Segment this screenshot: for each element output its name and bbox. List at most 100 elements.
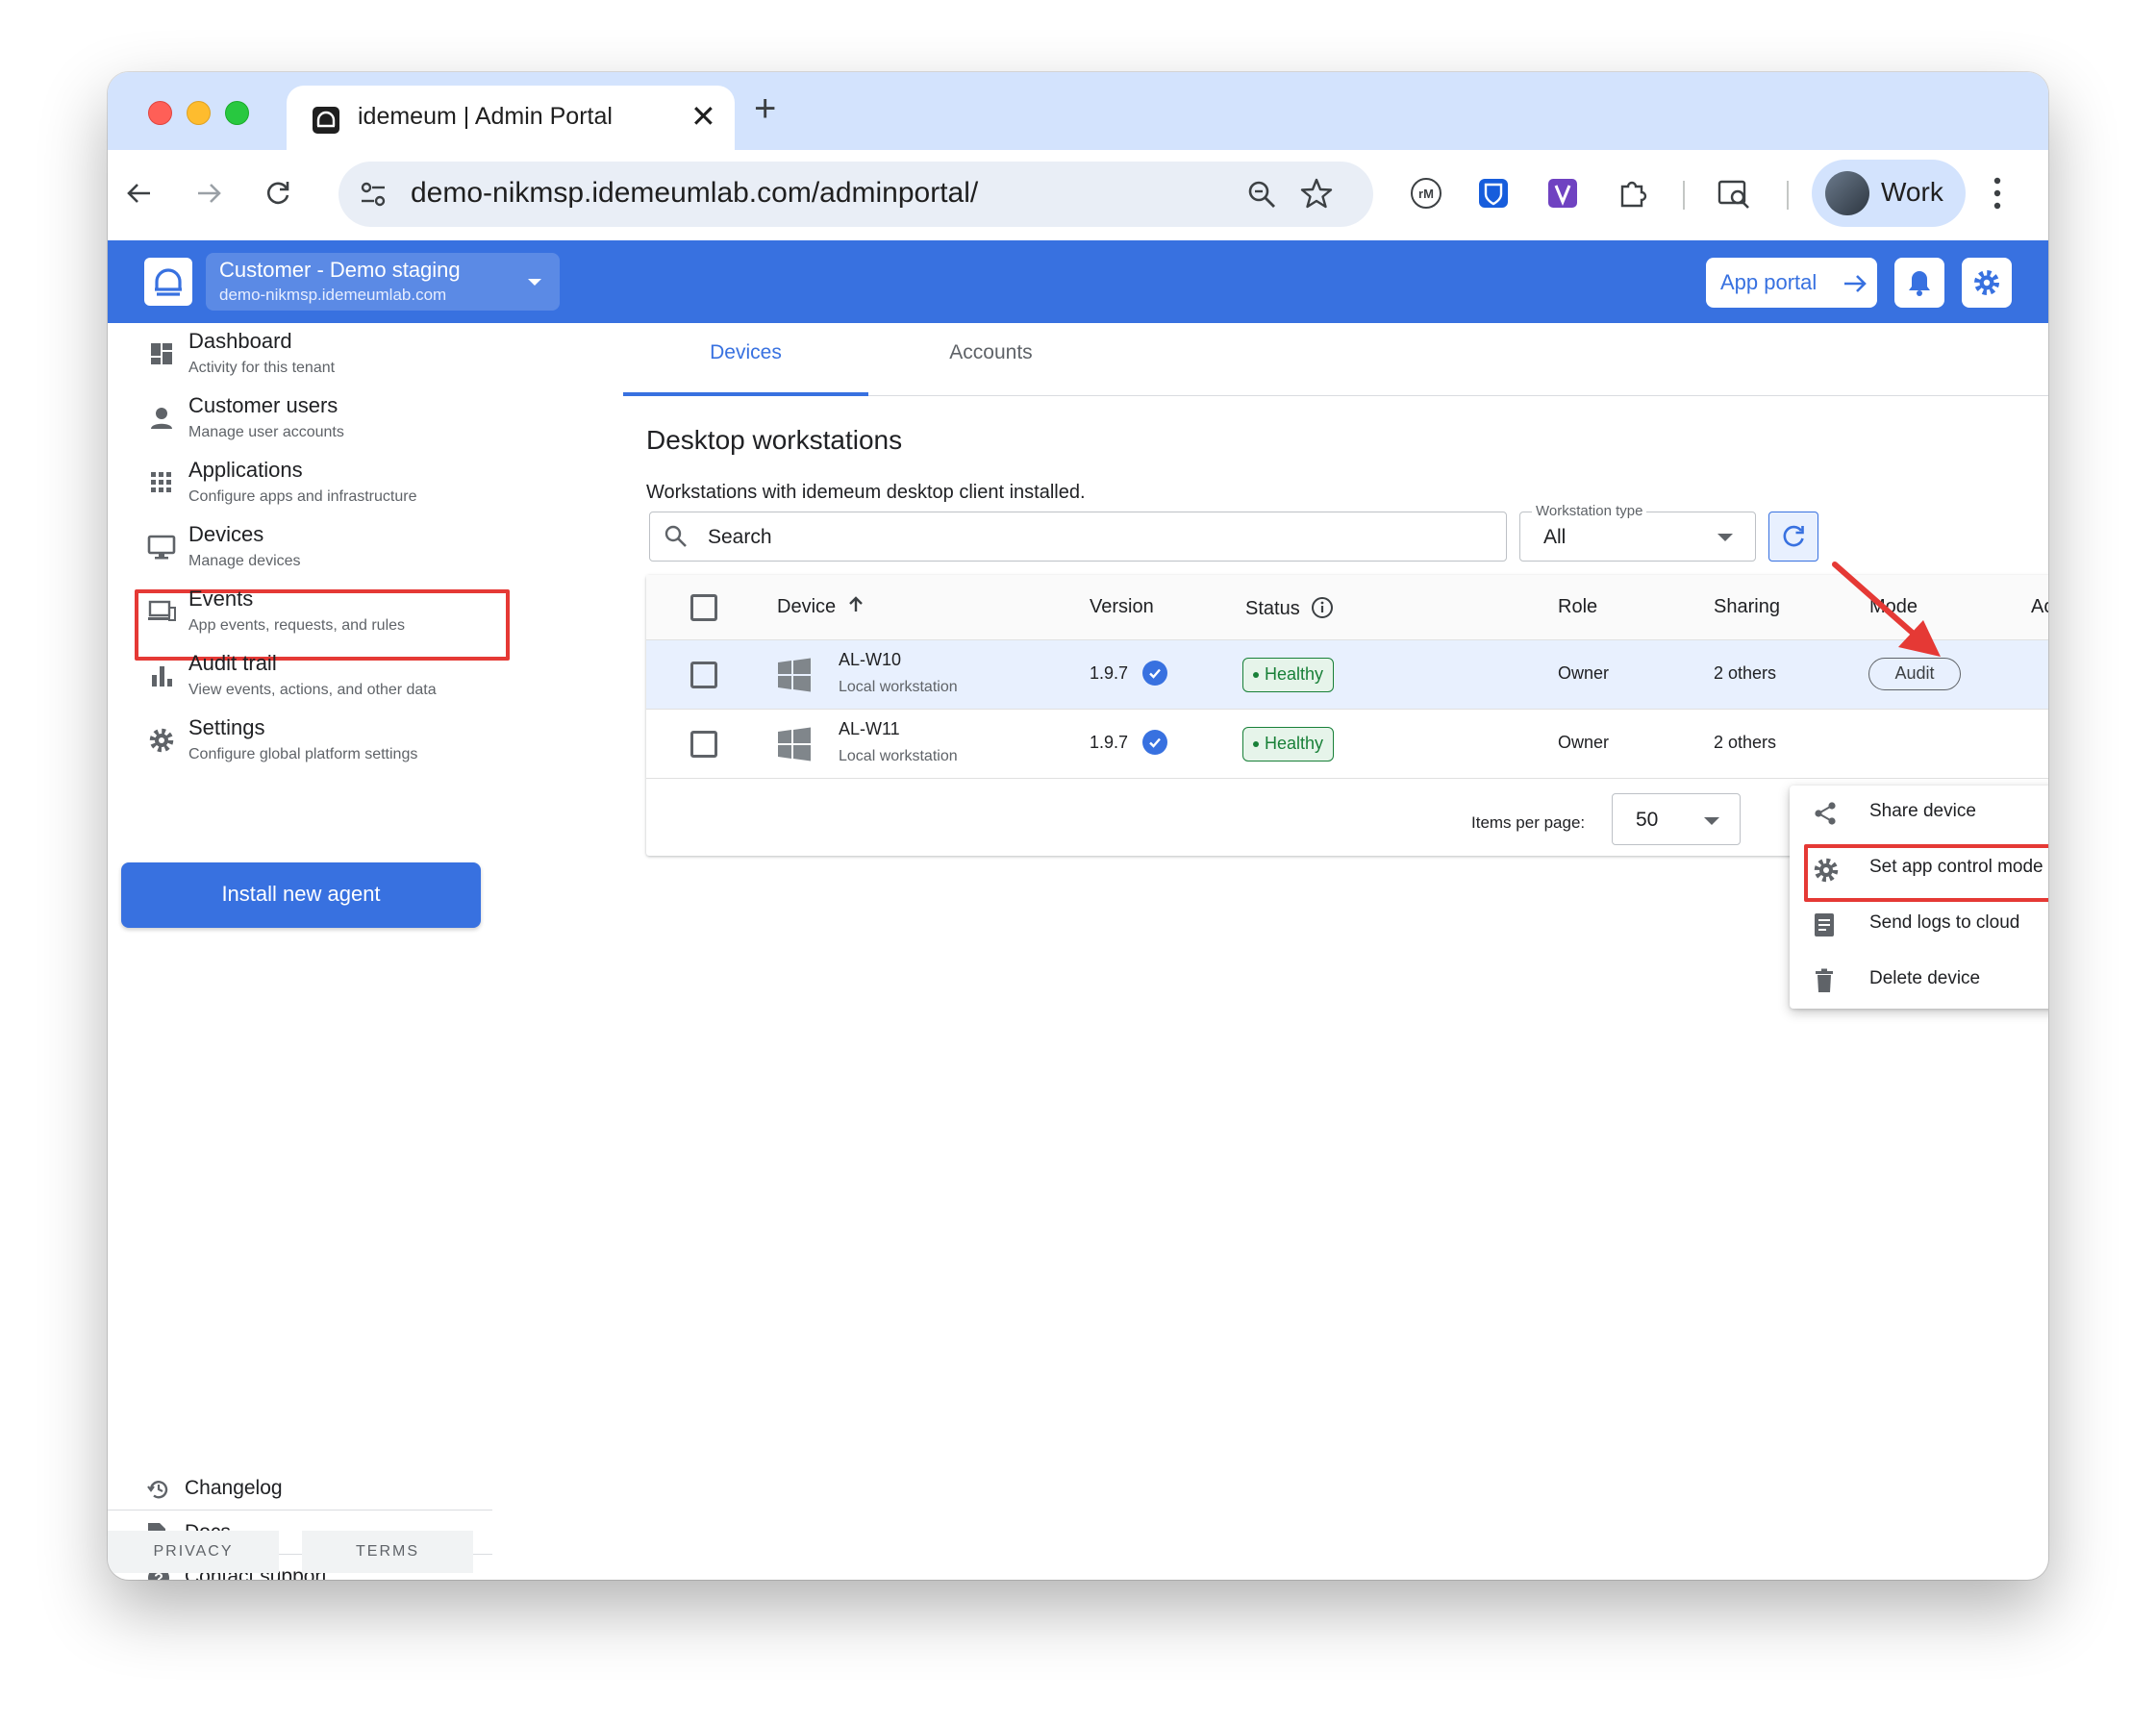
- table-header: Device Version Status Role Sharing Mode …: [646, 575, 2048, 640]
- trash-icon: [1816, 968, 1833, 992]
- install-button-label: Install new agent: [221, 882, 381, 906]
- gear-icon: [146, 725, 177, 756]
- rm-extension-icon[interactable]: rM: [1406, 173, 1446, 213]
- items-per-page-select[interactable]: 50: [1612, 793, 1741, 845]
- sidebar-item-devices[interactable]: Devices Manage devices: [108, 518, 512, 578]
- app-portal-label: App portal: [1720, 270, 1818, 294]
- row-checkbox[interactable]: [690, 662, 717, 688]
- column-header-role[interactable]: Role: [1558, 596, 1597, 618]
- sidebar-item-subtitle: Activity for this tenant: [188, 360, 336, 376]
- sidebar-item-subtitle: Manage devices: [188, 553, 301, 569]
- profile-button[interactable]: Work: [1812, 160, 1966, 227]
- column-header-version[interactable]: Version: [1090, 596, 1154, 618]
- device-name[interactable]: AL-W10: [839, 650, 901, 670]
- device-type: Local workstation: [839, 679, 958, 695]
- app-portal-button[interactable]: App portal: [1706, 258, 1877, 308]
- tab-devices[interactable]: Devices: [623, 323, 868, 396]
- caret-down-icon: [1717, 534, 1733, 541]
- status-badge: Healthy: [1242, 727, 1335, 762]
- person-icon: [146, 403, 177, 434]
- tenant-selector[interactable]: Customer - Demo staging demo-nikmsp.idem…: [206, 253, 560, 311]
- device-name[interactable]: AL-W11: [839, 719, 900, 739]
- maximize-window-button[interactable]: [225, 101, 249, 125]
- back-arrow-icon[interactable]: [119, 173, 160, 213]
- site-info-icon[interactable]: [358, 179, 389, 210]
- tab-accounts[interactable]: Accounts: [868, 323, 1114, 396]
- puzzle-extensions-icon[interactable]: [1613, 173, 1653, 213]
- tenant-domain: demo-nikmsp.idemeumlab.com: [219, 286, 447, 304]
- sidebar-item-title: Devices: [188, 522, 264, 546]
- sidebar-item-customer-users[interactable]: Customer users Manage user accounts: [108, 389, 512, 449]
- menu-item-share-device[interactable]: Share device: [1790, 786, 2048, 841]
- minimize-window-button[interactable]: [187, 101, 211, 125]
- browser-menu-icon[interactable]: [1991, 173, 2004, 213]
- column-header-device[interactable]: Device: [777, 596, 865, 618]
- close-window-button[interactable]: [148, 101, 172, 125]
- sidebar-item-settings[interactable]: Settings Configure global platform setti…: [108, 712, 512, 771]
- search-page-icon[interactable]: [1714, 173, 1754, 213]
- caret-down-icon: [1704, 817, 1719, 825]
- v-extension-icon[interactable]: [1542, 173, 1583, 213]
- menu-item-delete-device[interactable]: Delete device: [1790, 953, 2048, 1009]
- more-actions-button[interactable]: [2046, 656, 2048, 694]
- sidebar-item-subtitle: Manage user accounts: [188, 424, 344, 440]
- profile-label: Work: [1881, 177, 1943, 207]
- menu-item-send-logs-to-cloud[interactable]: Send logs to cloud: [1790, 897, 2048, 953]
- sidebar-item-applications[interactable]: Applications Configure apps and infrastr…: [108, 454, 512, 513]
- search-input[interactable]: Search: [649, 512, 1507, 562]
- search-placeholder: Search: [708, 526, 772, 548]
- device-type: Local workstation: [839, 748, 958, 764]
- privacy-link[interactable]: PRIVACY: [108, 1531, 279, 1573]
- status-dot: [1253, 672, 1259, 679]
- install-new-agent-button[interactable]: Install new agent: [121, 862, 481, 928]
- sidebar-item-audit-trail[interactable]: Audit trail View events, actions, and ot…: [108, 647, 512, 707]
- app-header: Customer - Demo staging demo-nikmsp.idem…: [108, 240, 2048, 323]
- sidebar-item-subtitle: View events, actions, and other data: [188, 682, 437, 698]
- column-header-mode[interactable]: Mode: [1869, 596, 1918, 618]
- windows-logo-icon: [778, 658, 811, 692]
- browser-window: idemeum | Admin Portal ✕ + demo-nikmsp.i…: [108, 72, 2048, 1580]
- items-per-page-label: Items per page:: [1471, 813, 1586, 832]
- device-role: Owner: [1558, 663, 1610, 683]
- notifications-button[interactable]: [1894, 258, 1944, 308]
- bitwarden-icon[interactable]: [1473, 173, 1514, 213]
- zoom-icon[interactable]: [1246, 179, 1277, 210]
- caret-down-icon: [528, 279, 541, 286]
- terms-link[interactable]: TERMS: [302, 1531, 473, 1573]
- workstation-type-select[interactable]: Workstation type All: [1519, 503, 1756, 562]
- sidebar-item-events[interactable]: Events App events, requests, and rules: [108, 583, 512, 642]
- menu-item-label: Share device: [1869, 801, 1976, 821]
- status-badge: Healthy: [1242, 658, 1335, 692]
- device-version: 1.9.7: [1090, 663, 1129, 683]
- column-header-sharing[interactable]: Sharing: [1714, 596, 1780, 618]
- sidebar-item-title: Events: [188, 587, 254, 611]
- bookmark-star-icon[interactable]: [1300, 177, 1333, 210]
- column-header-status[interactable]: Status: [1245, 596, 1334, 620]
- sidebar-item-dashboard[interactable]: Dashboard Activity for this tenant: [108, 325, 512, 385]
- table-row[interactable]: AL-W11 Local workstation 1.9.7 Healthy O…: [646, 710, 2048, 779]
- page-title: Desktop workstations: [646, 425, 903, 455]
- avatar: [1825, 171, 1869, 215]
- bell-icon: [1909, 271, 1930, 296]
- browser-tab-active[interactable]: idemeum | Admin Portal ✕: [287, 86, 735, 150]
- idemeum-logo[interactable]: [144, 258, 192, 306]
- changelog-link[interactable]: Changelog: [108, 1467, 492, 1511]
- sidebar-item-subtitle: Configure apps and infrastructure: [188, 488, 417, 505]
- sidebar-item-title: Applications: [188, 458, 303, 482]
- table-row[interactable]: AL-W10 Local workstation 1.9.7 Healthy O…: [646, 640, 2048, 710]
- tab-close-icon[interactable]: ✕: [690, 98, 716, 135]
- reload-icon[interactable]: [258, 173, 298, 213]
- refresh-button[interactable]: [1768, 512, 1818, 562]
- row-checkbox[interactable]: [690, 731, 717, 758]
- column-header-actions: Actions: [2031, 596, 2048, 617]
- sidebar: Dashboard Activity for this tenant Custo…: [108, 323, 512, 1580]
- select-all-checkbox[interactable]: [690, 594, 717, 621]
- settings-button[interactable]: [1962, 258, 2012, 308]
- arrow-right-icon: [1844, 275, 1867, 292]
- device-actions-menu: Share device Set app control mode Send l…: [1790, 786, 2048, 1009]
- new-tab-button[interactable]: +: [754, 89, 776, 128]
- forward-arrow-icon[interactable]: [188, 173, 229, 213]
- address-bar[interactable]: demo-nikmsp.idemeumlab.com/adminportal/: [338, 162, 1373, 227]
- url-text: demo-nikmsp.idemeumlab.com/adminportal/: [411, 177, 979, 209]
- column-header-label: Status: [1245, 598, 1300, 619]
